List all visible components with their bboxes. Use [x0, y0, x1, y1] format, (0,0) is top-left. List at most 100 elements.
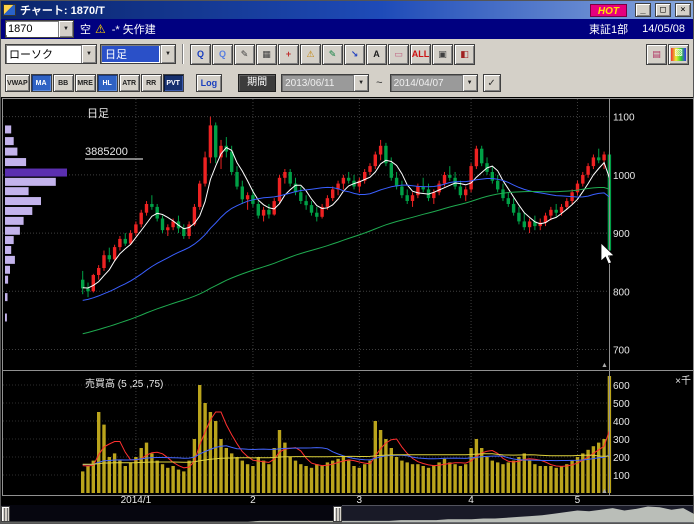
market-label: 東証1部 — [589, 21, 628, 37]
zoom-in-button[interactable]: Q — [190, 44, 211, 65]
timeframe-value: 日足 — [102, 46, 159, 62]
svg-text:500: 500 — [613, 399, 630, 410]
range-navigator[interactable] — [1, 505, 693, 523]
grid-chart-icon: ▦ — [262, 50, 271, 59]
date-from-select[interactable]: 2013/06/11 ▼ — [281, 74, 369, 92]
svg-text:日足: 日足 — [87, 108, 109, 120]
chart-window: チャート: 1870/T HOT _ □ × ▼ 空 ⚠ -* 矢作建 東証1部… — [0, 0, 694, 524]
title-bar[interactable]: チャート: 1870/T HOT _ □ × — [1, 1, 693, 19]
date-from-value: 2013/06/11 — [282, 78, 353, 89]
symbol-code-input[interactable] — [6, 23, 58, 35]
chevron-down-icon[interactable]: ▼ — [81, 45, 96, 63]
svg-text:300: 300 — [613, 435, 630, 446]
hot-badge: HOT — [590, 4, 627, 17]
svg-text:2: 2 — [250, 495, 256, 505]
crosshair-button[interactable]: + — [278, 44, 299, 65]
svg-text:2014/1: 2014/1 — [121, 495, 152, 505]
toolbar-buttons-left: QQ ✎ ▦ + ⚠ ✎ ↘ A ▭ ALL ▣ ◧ — [190, 44, 475, 65]
settings-button[interactable]: ▣ — [432, 44, 453, 65]
layout-icon: ◧ — [460, 50, 469, 59]
timeframe-select[interactable]: 日足 ▼ — [100, 44, 176, 64]
chart-type-value: ローソク — [6, 46, 81, 62]
navigator-selection[interactable] — [342, 505, 693, 523]
memo-icon: ✎ — [241, 50, 249, 59]
memo-button[interactable]: ✎ — [234, 44, 255, 65]
chart-area: 日足3885200売買高 (5 ,25 ,75)×千11001000900800… — [1, 97, 693, 505]
svg-text:▲: ▲ — [601, 488, 608, 495]
window-title: チャート: 1870/T — [19, 2, 105, 18]
stock-name: -* 矢作建 — [112, 21, 156, 37]
trend-arrow-icon: ↘ — [351, 50, 359, 59]
text-tool-button[interactable]: A — [366, 44, 387, 65]
zoom-out-icon: Q — [219, 50, 226, 59]
warning-icon: ⚠ — [95, 22, 106, 36]
indicator-atr-button[interactable]: ATR — [119, 74, 140, 92]
pattern-icon: ▤ — [652, 50, 661, 59]
svg-text:3885200: 3885200 — [85, 146, 128, 158]
eraser-icon: ▭ — [394, 50, 403, 59]
navigator-left-grip[interactable] — [1, 506, 10, 522]
svg-text:100: 100 — [613, 471, 630, 482]
chevron-down-icon[interactable]: ▼ — [462, 75, 477, 91]
color-palette-icon: ▧ — [671, 48, 686, 61]
navigator-range-grip[interactable] — [333, 506, 342, 522]
svg-text:売買高 (5 ,25 ,75): 売買高 (5 ,25 ,75) — [85, 377, 163, 390]
alert-button[interactable]: ⚠ — [300, 44, 321, 65]
indicator-vwap-button[interactable]: VWAP — [5, 74, 30, 92]
layout-button[interactable]: ◧ — [454, 44, 475, 65]
svg-text:600: 600 — [613, 381, 630, 392]
svg-text:800: 800 — [613, 287, 630, 298]
indicator-pvt-button[interactable]: PVT — [163, 74, 184, 92]
crosshair-icon: + — [286, 50, 291, 59]
chart-type-select[interactable]: ローソク ▼ — [5, 44, 97, 64]
log-scale-button[interactable]: Log — [196, 74, 223, 92]
symbol-bar: ▼ 空 ⚠ -* 矢作建 東証1部 14/05/08 — [1, 19, 693, 39]
clear-all-button[interactable]: ALL — [410, 44, 431, 65]
svg-text:900: 900 — [613, 229, 630, 240]
tilde-label: ~ — [374, 77, 384, 89]
svg-text:3: 3 — [357, 495, 363, 505]
chevron-down-icon[interactable]: ▼ — [160, 45, 175, 63]
indicator-ma-button[interactable]: MA — [31, 74, 52, 92]
current-date-label: 14/05/08 — [642, 23, 685, 35]
draw-pencil-button[interactable]: ✎ — [322, 44, 343, 65]
indicator-buttons: VWAPMABBMREHLATRRRPVT — [5, 74, 184, 92]
zoom-out-button[interactable]: Q — [212, 44, 233, 65]
indicator-rr-button[interactable]: RR — [141, 74, 162, 92]
color-palette-button[interactable]: ▧ — [668, 44, 689, 65]
pattern-button[interactable]: ▤ — [646, 44, 667, 65]
svg-text:5: 5 — [575, 495, 581, 505]
clear-all-icon: ALL — [412, 50, 430, 59]
symbol-code-combo[interactable]: ▼ — [5, 20, 74, 38]
date-to-value: 2014/04/07 — [391, 78, 462, 89]
chevron-down-icon[interactable]: ▼ — [353, 75, 368, 91]
text-tool-icon: A — [373, 50, 380, 59]
indicator-bb-button[interactable]: BB — [53, 74, 74, 92]
app-icon — [3, 4, 16, 16]
close-button[interactable]: × — [675, 3, 691, 17]
svg-text:▲: ▲ — [601, 362, 608, 369]
margin-label: 空 — [80, 21, 91, 37]
svg-text:700: 700 — [613, 346, 630, 357]
indicator-hl-button[interactable]: HL — [97, 74, 118, 92]
indicator-mre-button[interactable]: MRE — [75, 74, 96, 92]
main-toolbar: ローソク ▼ 日足 ▼ QQ✎▦+⚠✎↘A▭ALL▣◧ ▤▧ — [1, 39, 693, 69]
candlestick-chart[interactable]: 日足3885200売買高 (5 ,25 ,75)×千11001000900800… — [1, 97, 694, 505]
minimize-button[interactable]: _ — [635, 3, 651, 17]
apply-period-button[interactable]: ✓ — [483, 74, 501, 92]
maximize-button[interactable]: □ — [655, 3, 671, 17]
toolbar-buttons-right: ▤▧ — [646, 44, 689, 65]
check-icon: ✓ — [487, 78, 495, 89]
indicator-toolbar: VWAPMABBMREHLATRRRPVT Log 期間 2013/06/11 … — [1, 69, 693, 97]
svg-text:×千: ×千 — [675, 375, 691, 387]
eraser-button[interactable]: ▭ — [388, 44, 409, 65]
svg-text:4: 4 — [468, 495, 474, 505]
grid-chart-button[interactable]: ▦ — [256, 44, 277, 65]
svg-text:400: 400 — [613, 417, 630, 428]
draw-pencil-icon: ✎ — [329, 50, 337, 59]
settings-icon: ▣ — [438, 50, 447, 59]
date-to-select[interactable]: 2014/04/07 ▼ — [390, 74, 478, 92]
chevron-down-icon[interactable]: ▼ — [58, 21, 73, 37]
trend-arrow-button[interactable]: ↘ — [344, 44, 365, 65]
svg-text:1100: 1100 — [613, 113, 635, 124]
